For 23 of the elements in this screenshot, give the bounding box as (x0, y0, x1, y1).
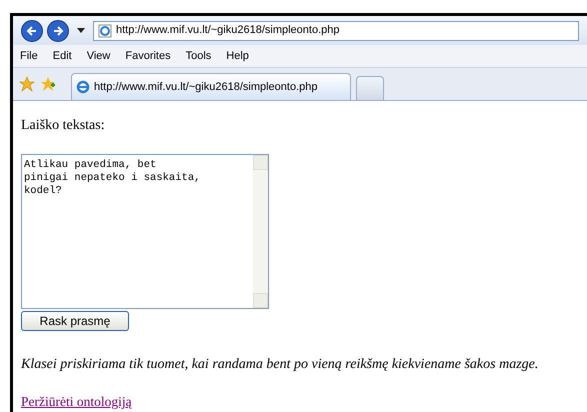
forward-arrow-icon (52, 24, 64, 37)
back-button[interactable] (21, 20, 43, 42)
add-star-icon[interactable] (40, 76, 56, 92)
scrollbar[interactable] (253, 154, 268, 308)
new-tab-button[interactable] (356, 76, 384, 100)
menu-item[interactable]: Tools (186, 48, 212, 65)
star-icon[interactable] (19, 76, 35, 92)
ontology-link[interactable]: Peržiūrėti ontologiją (21, 392, 132, 412)
url-text: http://www.mif.vu.lt/~giku2618/simpleonto.php (116, 23, 340, 38)
browser-tab[interactable]: http://www.mif.vu.lt/~giku2618/simpleonto.php (71, 72, 351, 100)
back-arrow-icon (26, 24, 38, 37)
menu-item[interactable]: Edit (52, 48, 72, 65)
menu-item[interactable]: View (86, 48, 110, 65)
menu-item[interactable]: File (20, 48, 38, 65)
message-textarea[interactable]: Atlikau pavedima, bet pinigai nepateko i saskaita, kodel? (21, 154, 269, 309)
menu-item[interactable]: Favorites (125, 48, 171, 65)
dropdown-caret-icon[interactable] (77, 28, 85, 34)
note-text: Klasei priskiriama tik tuomet, kai randama bent po vieną reikšmę kiekviename šakos mazge. (21, 356, 538, 374)
field-label: Laiško tekstas: (21, 116, 105, 135)
menu-item[interactable]: Help (226, 48, 249, 65)
submit-button[interactable]: Rask prasmę (21, 310, 129, 331)
forward-button[interactable] (47, 20, 69, 42)
address-field[interactable]: http://www.mif.vu.lt/~giku2618/simpleonto.php (93, 20, 579, 41)
